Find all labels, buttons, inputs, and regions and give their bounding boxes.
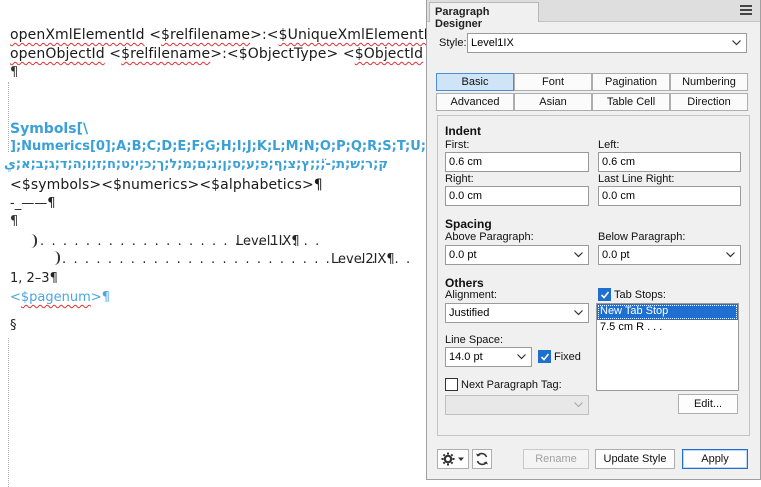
chevron-down-icon bbox=[726, 252, 735, 258]
paragraph-designer-panel: Paragraph Designer Style: Level1IX Basic… bbox=[426, 0, 761, 480]
doc-line-openobjectid: openObjectId <$relfilename>:<$ObjectType… bbox=[10, 46, 424, 62]
alignment-dropdown[interactable]: Justified bbox=[445, 303, 589, 323]
indent-heading: Indent bbox=[445, 124, 481, 138]
style-value: Level1IX bbox=[471, 37, 514, 49]
tab-arrow-icon bbox=[54, 251, 60, 265]
margin-guide bbox=[8, 338, 9, 487]
tab-font[interactable]: Font bbox=[514, 73, 592, 91]
paragraph-mark: ¶ bbox=[10, 65, 19, 80]
apply-button[interactable]: Apply bbox=[682, 449, 748, 469]
line-space-value: 14.0 pt bbox=[449, 351, 483, 363]
first-indent-field[interactable]: 0.6 cm bbox=[445, 152, 589, 172]
margin-guide bbox=[8, 82, 9, 152]
right-indent-field[interactable]: 0.0 cm bbox=[445, 186, 589, 206]
doc-section-mark: § bbox=[10, 318, 17, 333]
tab-advanced[interactable]: Advanced bbox=[436, 93, 514, 111]
first-indent-label: First: bbox=[445, 139, 470, 151]
below-paragraph-dropdown[interactable]: 0.0 pt bbox=[598, 245, 741, 265]
below-paragraph-label: Below Paragraph: bbox=[598, 231, 686, 243]
next-paragraph-tag-label: Next Paragraph Tag: bbox=[461, 379, 562, 391]
doc-level1-entry: Level1IX¶ bbox=[236, 234, 300, 249]
settings-menu-button[interactable] bbox=[437, 449, 469, 469]
left-indent-field[interactable]: 0.6 cm bbox=[598, 152, 741, 172]
style-dropdown[interactable]: Level1IX bbox=[467, 33, 747, 53]
tab-asian[interactable]: Asian bbox=[514, 93, 592, 111]
above-paragraph-value: 0.0 pt bbox=[449, 249, 477, 261]
right-indent-label: Right: bbox=[445, 173, 474, 185]
tab-stops-checkbox[interactable] bbox=[598, 288, 611, 301]
checkmark-icon bbox=[540, 353, 550, 361]
tab-table-cell[interactable]: Table Cell bbox=[592, 93, 670, 111]
below-paragraph-value: 0.0 pt bbox=[602, 249, 630, 261]
panel-menu-icon[interactable] bbox=[740, 5, 752, 15]
panel-tab-bar: Paragraph Designer bbox=[427, 0, 760, 30]
tab-basic[interactable]: Basic bbox=[436, 73, 514, 91]
spacing-heading: Spacing bbox=[445, 217, 492, 231]
left-indent-label: Left: bbox=[598, 139, 620, 151]
panel-title-tab[interactable]: Paragraph Designer bbox=[429, 2, 539, 30]
checkmark-icon bbox=[600, 291, 610, 299]
above-paragraph-label: Above Paragraph: bbox=[445, 231, 534, 243]
tab-stops-list[interactable]: New Tab Stop 7.5 cm R . . . bbox=[596, 303, 739, 391]
line-space-label: Line Space: bbox=[445, 334, 504, 346]
tab-stops-label: Tab Stops: bbox=[614, 289, 666, 301]
refresh-button[interactable] bbox=[472, 449, 492, 469]
chevron-down-icon bbox=[732, 40, 741, 46]
doc-rule-line: -_——¶ bbox=[10, 196, 56, 211]
doc-numerics-line: ];Numerics[0];A;B;C;D;E;F;G;H;I;J;K;L;M;… bbox=[10, 139, 426, 154]
tab-pagination[interactable]: Pagination bbox=[592, 73, 670, 91]
above-paragraph-dropdown[interactable]: 0.0 pt bbox=[445, 245, 589, 265]
fixed-checkbox[interactable] bbox=[538, 350, 551, 363]
others-heading: Others bbox=[445, 276, 484, 290]
alignment-value: Justified bbox=[449, 307, 490, 319]
gear-icon bbox=[441, 452, 464, 466]
tab-direction[interactable]: Direction bbox=[670, 93, 748, 111]
last-line-right-field[interactable]: 0.0 cm bbox=[598, 186, 741, 206]
rename-button[interactable]: Rename bbox=[523, 449, 589, 469]
list-item[interactable]: 7.5 cm R . . . bbox=[597, 320, 738, 336]
style-label: Style: bbox=[439, 37, 467, 49]
doc-building-blocks: <$symbols><$numerics><$alphabetics>¶ bbox=[10, 177, 323, 193]
chevron-down-icon bbox=[517, 354, 526, 360]
doc-line-openxmlelementid: openXmlElementId <$relfilename>:<$Unique… bbox=[10, 27, 426, 43]
next-paragraph-tag-dropdown[interactable] bbox=[445, 395, 589, 415]
update-style-button[interactable]: Update Style bbox=[595, 449, 675, 469]
doc-symbols-line: Symbols[\ bbox=[10, 121, 89, 137]
chevron-down-icon bbox=[574, 402, 583, 408]
last-line-right-label: Last Line Right: bbox=[598, 173, 675, 185]
chevron-down-icon bbox=[574, 252, 583, 258]
alignment-label: Alignment: bbox=[445, 289, 497, 301]
list-item[interactable]: New Tab Stop bbox=[597, 304, 738, 320]
edit-tab-stops-button[interactable]: Edit... bbox=[678, 394, 738, 414]
chevron-down-icon bbox=[574, 310, 583, 316]
document-canvas[interactable]: openXmlElementId <$relfilename>:<$Unique… bbox=[0, 0, 426, 487]
next-paragraph-tag-checkbox[interactable] bbox=[445, 378, 458, 391]
line-space-dropdown[interactable]: 14.0 pt bbox=[445, 347, 532, 367]
doc-level2-entry: Level2IX¶ bbox=[331, 252, 395, 267]
tab-numbering[interactable]: Numbering bbox=[670, 73, 748, 91]
doc-page-range: 1, 2–3¶ bbox=[10, 271, 58, 286]
fixed-label: Fixed bbox=[554, 351, 581, 363]
doc-hebrew-line: ק;ר;ש;ת;-;ׂ;ׁ;ץ;צ;ף;פ;ע;ס;ן;נ;ם;מ;ל;ך;כ;… bbox=[4, 157, 388, 172]
doc-pagenum: <$pagenum>¶ bbox=[10, 290, 110, 305]
paragraph-mark-2: ¶ bbox=[10, 214, 19, 229]
refresh-icon bbox=[476, 452, 488, 466]
tab-arrow-icon bbox=[31, 234, 37, 248]
